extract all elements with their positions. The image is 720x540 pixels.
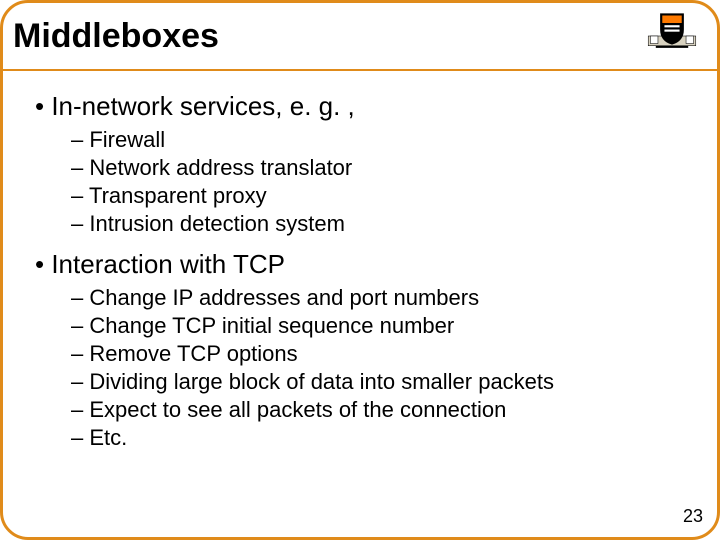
sub-item: Remove TCP options [71, 340, 699, 368]
sub-item: Network address translator [71, 154, 699, 182]
title-bar: Middleboxes [3, 3, 717, 71]
sub-item: Firewall [71, 126, 699, 154]
sub-item: Dividing large block of data into smalle… [71, 368, 699, 396]
sub-item: Transparent proxy [71, 182, 699, 210]
slide: Middleboxes In-network services, e. g. ,… [0, 0, 720, 540]
sub-item: Intrusion detection system [71, 210, 699, 238]
sub-item: Etc. [71, 424, 699, 452]
bullet-2: Interaction with TCP [35, 249, 699, 280]
sublist-1: Firewall Network address translator Tran… [71, 126, 699, 239]
bullet-1: In-network services, e. g. , [35, 91, 699, 122]
sublist-2: Change IP addresses and port numbers Cha… [71, 284, 699, 453]
slide-body: In-network services, e. g. , Firewall Ne… [3, 71, 717, 453]
sub-item: Change TCP initial sequence number [71, 312, 699, 340]
sub-item: Change IP addresses and port numbers [71, 284, 699, 312]
slide-title: Middleboxes [13, 17, 219, 56]
sub-item: Expect to see all packets of the connect… [71, 396, 699, 424]
university-crest-icon [645, 9, 699, 63]
page-number: 23 [683, 506, 703, 527]
